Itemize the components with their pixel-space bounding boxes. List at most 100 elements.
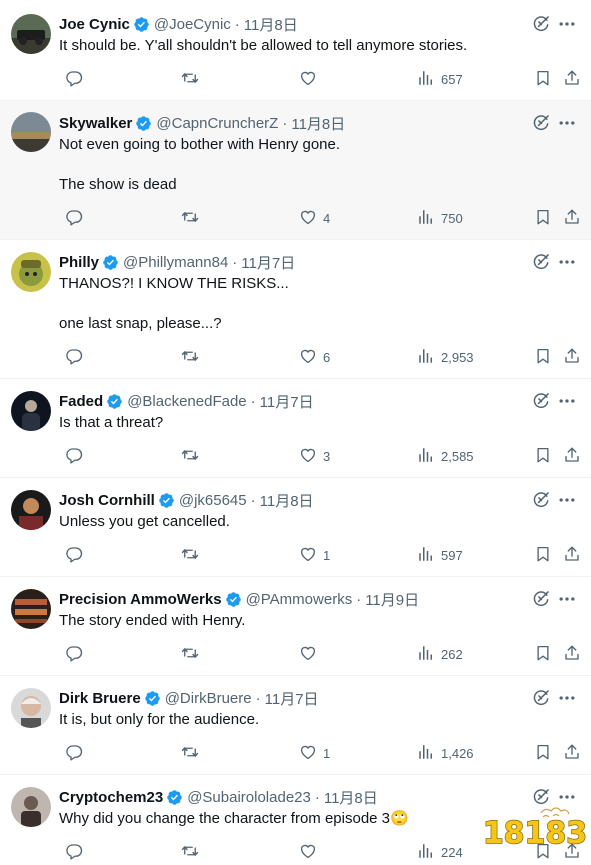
tweet-date[interactable]: 11月7日 (260, 391, 314, 412)
display-name[interactable]: Joe Cynic (59, 16, 130, 33)
share-button[interactable] (557, 743, 581, 763)
like-button[interactable]: 3 (293, 446, 330, 466)
more-icon[interactable] (557, 490, 577, 510)
reply-button[interactable] (59, 446, 83, 466)
user-handle[interactable]: @BlackenedFade (127, 393, 246, 410)
reply-button[interactable] (59, 347, 83, 367)
views-button[interactable]: 1,426 (411, 743, 474, 763)
reply-icon (65, 347, 83, 368)
share-button[interactable] (557, 69, 581, 89)
grok-icon[interactable] (531, 688, 551, 708)
tweet[interactable]: Faded @BlackenedFade · 11月7日 Is that a threa… (0, 379, 591, 478)
bookmark-button[interactable] (528, 347, 552, 367)
retweet-button[interactable] (175, 545, 199, 565)
avatar[interactable] (11, 688, 51, 728)
share-button[interactable] (557, 208, 581, 228)
like-button[interactable]: 1 (293, 545, 330, 565)
views-button[interactable]: 2,953 (411, 347, 474, 367)
views-button[interactable]: 657 (411, 69, 463, 89)
like-button[interactable] (293, 644, 323, 664)
like-button[interactable] (293, 69, 323, 89)
retweet-button[interactable] (175, 743, 199, 763)
avatar[interactable] (11, 787, 51, 827)
more-icon[interactable] (557, 14, 577, 34)
reply-button[interactable] (59, 842, 83, 862)
retweet-button[interactable] (175, 208, 199, 228)
share-button[interactable] (557, 644, 581, 664)
avatar[interactable] (11, 589, 51, 629)
retweet-button[interactable] (175, 842, 199, 862)
bookmark-button[interactable] (528, 446, 552, 466)
display-name[interactable]: Josh Cornhill (59, 492, 155, 509)
reply-button[interactable] (59, 743, 83, 763)
more-icon[interactable] (557, 252, 577, 272)
user-handle[interactable]: @Phillymann84 (123, 254, 228, 271)
more-icon[interactable] (557, 589, 577, 609)
tweet-date[interactable]: 11月9日 (365, 589, 419, 610)
like-button[interactable] (293, 842, 323, 862)
tweet-date[interactable]: 11月8日 (260, 490, 314, 511)
tweet-date[interactable]: 11月7日 (265, 688, 319, 709)
avatar[interactable] (11, 490, 51, 530)
user-handle[interactable]: @PAmmowerks (246, 591, 353, 608)
avatar[interactable] (11, 252, 51, 292)
user-handle[interactable]: @CapnCruncherZ (156, 115, 278, 132)
reply-button[interactable] (59, 644, 83, 664)
retweet-button[interactable] (175, 347, 199, 367)
bookmark-button[interactable] (528, 208, 552, 228)
tweet[interactable]: Philly @Phillymann84 · 11月7日 THANOS?! I KNOW… (0, 240, 591, 379)
like-button[interactable]: 1 (293, 743, 330, 763)
like-button[interactable]: 4 (293, 208, 330, 228)
grok-icon[interactable] (531, 252, 551, 272)
tweet-date[interactable]: 11月8日 (324, 787, 378, 808)
tweet[interactable]: Joe Cynic @JoeCynic · 11月8日 It should be. Y'… (0, 0, 591, 101)
grok-icon[interactable] (531, 113, 551, 133)
grok-icon[interactable] (531, 589, 551, 609)
grok-icon[interactable] (531, 391, 551, 411)
grok-icon[interactable] (531, 14, 551, 34)
retweet-button[interactable] (175, 446, 199, 466)
user-handle[interactable]: @JoeCynic (154, 16, 231, 33)
tweet[interactable]: Precision AmmoWerks @PAmmowerks · 11月9日 The … (0, 577, 591, 676)
display-name[interactable]: Precision AmmoWerks (59, 591, 222, 608)
retweet-button[interactable] (175, 69, 199, 89)
more-icon[interactable] (557, 688, 577, 708)
more-icon[interactable] (557, 391, 577, 411)
tweet[interactable]: Dirk Bruere @DirkBruere · 11月7日 It is, but o… (0, 676, 591, 775)
reply-button[interactable] (59, 69, 83, 89)
bookmark-button[interactable] (528, 69, 552, 89)
user-handle[interactable]: @jk65645 (179, 492, 247, 509)
views-button[interactable]: 2,585 (411, 446, 474, 466)
bookmark-button[interactable] (528, 644, 552, 664)
share-button[interactable] (557, 545, 581, 565)
user-handle[interactable]: @Subairololade23 (187, 789, 311, 806)
display-name[interactable]: Cryptochem23 (59, 789, 163, 806)
like-button[interactable]: 6 (293, 347, 330, 367)
grok-icon[interactable] (531, 490, 551, 510)
views-button[interactable]: 262 (411, 644, 463, 664)
tweet[interactable]: Josh Cornhill @jk65645 · 11月8日 Unless you ge… (0, 478, 591, 577)
share-button[interactable] (557, 347, 581, 367)
display-name[interactable]: Dirk Bruere (59, 690, 141, 707)
bookmark-button[interactable] (528, 545, 552, 565)
user-handle[interactable]: @DirkBruere (165, 690, 252, 707)
share-button[interactable] (557, 446, 581, 466)
reply-button[interactable] (59, 208, 83, 228)
display-name[interactable]: Skywalker (59, 115, 132, 132)
tweet-date[interactable]: 11月8日 (244, 14, 298, 35)
tweet-date[interactable]: 11月7日 (241, 252, 295, 273)
avatar[interactable] (11, 14, 51, 54)
display-name[interactable]: Philly (59, 254, 99, 271)
views-button[interactable]: 597 (411, 545, 463, 565)
bookmark-button[interactable] (528, 743, 552, 763)
tweet[interactable]: Skywalker @CapnCruncherZ · 11月8日 Not even go… (0, 101, 591, 240)
reply-button[interactable] (59, 545, 83, 565)
tweet-date[interactable]: 11月8日 (291, 113, 345, 134)
display-name[interactable]: Faded (59, 393, 103, 410)
avatar[interactable] (11, 391, 51, 431)
views-button[interactable]: 750 (411, 208, 463, 228)
views-button[interactable]: 224 (411, 842, 463, 862)
avatar[interactable] (11, 112, 51, 152)
more-icon[interactable] (557, 113, 577, 133)
retweet-button[interactable] (175, 644, 199, 664)
